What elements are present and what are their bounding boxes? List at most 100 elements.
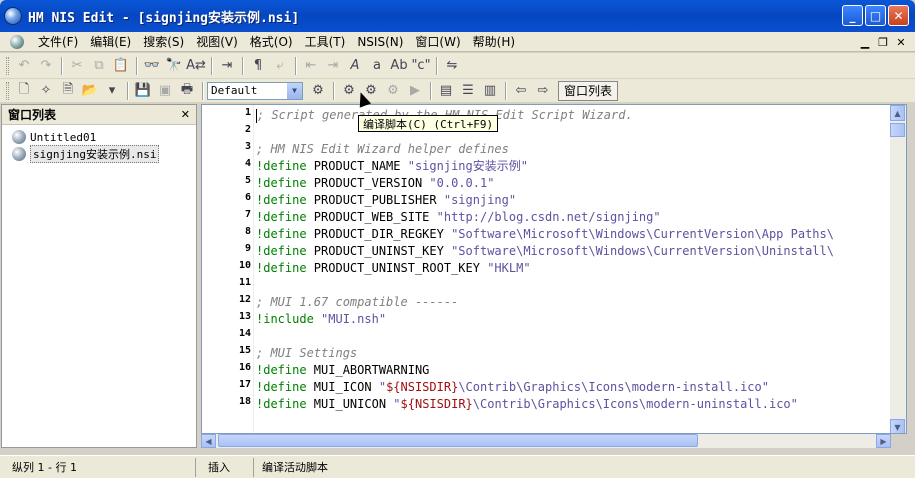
- file-item-label: Untitled01: [30, 130, 97, 144]
- paste-icon[interactable]: 📋: [110, 56, 132, 76]
- scroll-right-icon[interactable]: ▶: [876, 434, 891, 448]
- code-line[interactable]: !define MUI_ABORTWARNING: [256, 362, 429, 379]
- window-list-panel: 窗口列表 ✕ Untitled01 signjing安装示例.nsi: [1, 104, 197, 448]
- copy-icon[interactable]: ⧉: [88, 56, 110, 76]
- menu-help[interactable]: 帮助(H): [467, 33, 521, 50]
- new-file-icon[interactable]: 🗋: [13, 81, 35, 101]
- save-all-icon[interactable]: ▣: [154, 81, 176, 101]
- print-icon[interactable]: 🖶: [176, 81, 198, 101]
- forward-arrow-icon[interactable]: ⇨: [532, 81, 554, 101]
- window-list-button[interactable]: 窗口列表: [558, 80, 619, 101]
- menu-window[interactable]: 窗口(W): [409, 33, 466, 50]
- code-line[interactable]: !define PRODUCT_WEB_SITE "http://blog.cs…: [256, 209, 661, 226]
- indent-icon[interactable]: ⇤: [300, 56, 322, 76]
- toolbar-edit: ↶ ↷ ✂ ⧉ 📋 👓 🔭 A⇄ ⇥ ¶ ⤶ ⇤ ⇥ A a Ab "c" ⇋: [0, 53, 915, 79]
- code-line[interactable]: !define PRODUCT_UNINST_KEY "Software\Mic…: [256, 243, 834, 260]
- menu-search[interactable]: 搜索(S): [137, 33, 190, 50]
- close-button[interactable]: ✕: [888, 5, 909, 26]
- open-dropdown-icon[interactable]: ▾: [101, 81, 123, 101]
- document-icon[interactable]: [10, 34, 24, 49]
- vertical-scrollbar[interactable]: ▲ ▼: [890, 105, 906, 433]
- code-line[interactable]: !define MUI_ICON "${NSISDIR}\Contrib\Gra…: [256, 379, 769, 396]
- code-line[interactable]: ; MUI Settings: [256, 345, 357, 362]
- file-item[interactable]: signjing安装示例.nsi: [12, 145, 196, 163]
- code-line[interactable]: !define PRODUCT_PUBLISHER "signjing": [256, 192, 516, 209]
- template-icon[interactable]: 🗎: [57, 81, 79, 101]
- code-line[interactable]: ; HM NIS Edit Wizard helper defines: [256, 141, 509, 158]
- scroll-down-icon[interactable]: ▼: [890, 419, 905, 433]
- goto-icon[interactable]: ⇥: [216, 56, 238, 76]
- title-bar[interactable]: HM NIS Edit - [signjing安装示例.nsi] _ □ ✕: [0, 0, 915, 32]
- toolbar-separator: [61, 56, 62, 75]
- line-number: 15: [238, 345, 251, 356]
- wizard-icon[interactable]: ✧: [35, 81, 57, 101]
- settings-icon[interactable]: ⚙: [307, 81, 329, 101]
- code-line[interactable]: !define PRODUCT_VERSION "0.0.0.1": [256, 175, 494, 192]
- tile-vertical-icon[interactable]: ▥: [479, 81, 501, 101]
- toolbar-separator: [127, 81, 128, 100]
- pilcrow-icon[interactable]: ¶: [247, 56, 269, 76]
- replace-icon[interactable]: A⇄: [185, 56, 207, 76]
- menu-nsis[interactable]: NSIS(N): [351, 35, 409, 49]
- line-number: 11: [238, 277, 251, 288]
- minimize-button[interactable]: _: [842, 5, 863, 26]
- run-icon[interactable]: ▶: [404, 81, 426, 101]
- horizontal-scroll-thumb[interactable]: [218, 434, 698, 447]
- quote-icon[interactable]: "c": [410, 56, 432, 76]
- word-wrap-icon[interactable]: ⤶: [269, 56, 291, 76]
- toolbar-grip[interactable]: [6, 56, 9, 75]
- undo-icon[interactable]: ↶: [13, 56, 35, 76]
- cascade-icon[interactable]: ▤: [435, 81, 457, 101]
- save-icon[interactable]: 💾: [132, 81, 154, 101]
- menu-view[interactable]: 视图(V): [190, 33, 244, 50]
- line-number: 7: [244, 209, 251, 220]
- scroll-up-icon[interactable]: ▲: [890, 105, 905, 121]
- compile-test-icon[interactable]: ⚙: [382, 81, 404, 101]
- open-folder-icon[interactable]: 📂: [79, 81, 101, 101]
- code-line[interactable]: !include "MUI.nsh": [256, 311, 386, 328]
- find-next-icon[interactable]: 🔭: [163, 56, 185, 76]
- maximize-button[interactable]: □: [865, 5, 886, 26]
- line-number: 16: [238, 362, 251, 373]
- code-line[interactable]: !define MUI_UNICON "${NSISDIR}\Contrib\G…: [256, 396, 798, 413]
- menu-edit[interactable]: 编辑(E): [84, 33, 137, 50]
- code-line[interactable]: !define PRODUCT_UNINST_ROOT_KEY "HKLM": [256, 260, 531, 277]
- lowercase-a-icon[interactable]: a: [366, 56, 388, 76]
- vertical-scroll-thumb[interactable]: [890, 123, 905, 137]
- nsis-file-icon: [12, 130, 26, 144]
- find-icon[interactable]: 👓: [141, 56, 163, 76]
- menu-tools[interactable]: 工具(T): [299, 33, 352, 50]
- app-icon[interactable]: [4, 7, 22, 25]
- toolbar-grip[interactable]: [6, 81, 9, 100]
- code-line[interactable]: !define PRODUCT_NAME "signjing安装示例": [256, 158, 528, 175]
- toolbar-separator: [202, 81, 203, 100]
- italic-a-icon[interactable]: A: [344, 56, 366, 76]
- file-item[interactable]: Untitled01: [12, 129, 196, 145]
- status-position: 纵列 1 - 行 1: [0, 457, 196, 477]
- line-number: 17: [238, 379, 251, 390]
- back-arrow-icon[interactable]: ⇦: [510, 81, 532, 101]
- mdi-restore-button[interactable]: ❐: [875, 35, 891, 49]
- toolbar-separator: [430, 81, 431, 100]
- toolbar-separator: [333, 81, 334, 100]
- code-editor[interactable]: 1 2 3 4 5 6 7 8 9 10 11 12 13 14 15 16 17 18 ; Script gen…: [201, 104, 907, 434]
- outdent-icon[interactable]: ⇥: [322, 56, 344, 76]
- mdi-close-button[interactable]: ✕: [893, 35, 909, 49]
- horizontal-scrollbar[interactable]: ◀ ▶: [201, 434, 891, 448]
- config-combo[interactable]: Default ▼: [207, 81, 303, 100]
- code-line[interactable]: ; MUI 1.67 compatible ------: [256, 294, 458, 311]
- mdi-minimize-button[interactable]: ▁: [857, 35, 873, 49]
- panel-close-icon[interactable]: ✕: [181, 108, 190, 121]
- case-icon[interactable]: Ab: [388, 56, 410, 76]
- code-line[interactable]: !define PRODUCT_DIR_REGKEY "Software\Mic…: [256, 226, 834, 243]
- cut-icon[interactable]: ✂: [66, 56, 88, 76]
- chevron-down-icon[interactable]: ▼: [287, 82, 302, 99]
- tile-horizontal-icon[interactable]: ☰: [457, 81, 479, 101]
- menu-format[interactable]: 格式(O): [244, 33, 299, 50]
- redo-icon[interactable]: ↷: [35, 56, 57, 76]
- scroll-left-icon[interactable]: ◀: [201, 434, 216, 448]
- toolbar-separator: [211, 56, 212, 75]
- convert-icon[interactable]: ⇋: [441, 56, 463, 76]
- status-message: 编译活动脚本: [262, 461, 328, 474]
- menu-file[interactable]: 文件(F): [32, 33, 84, 50]
